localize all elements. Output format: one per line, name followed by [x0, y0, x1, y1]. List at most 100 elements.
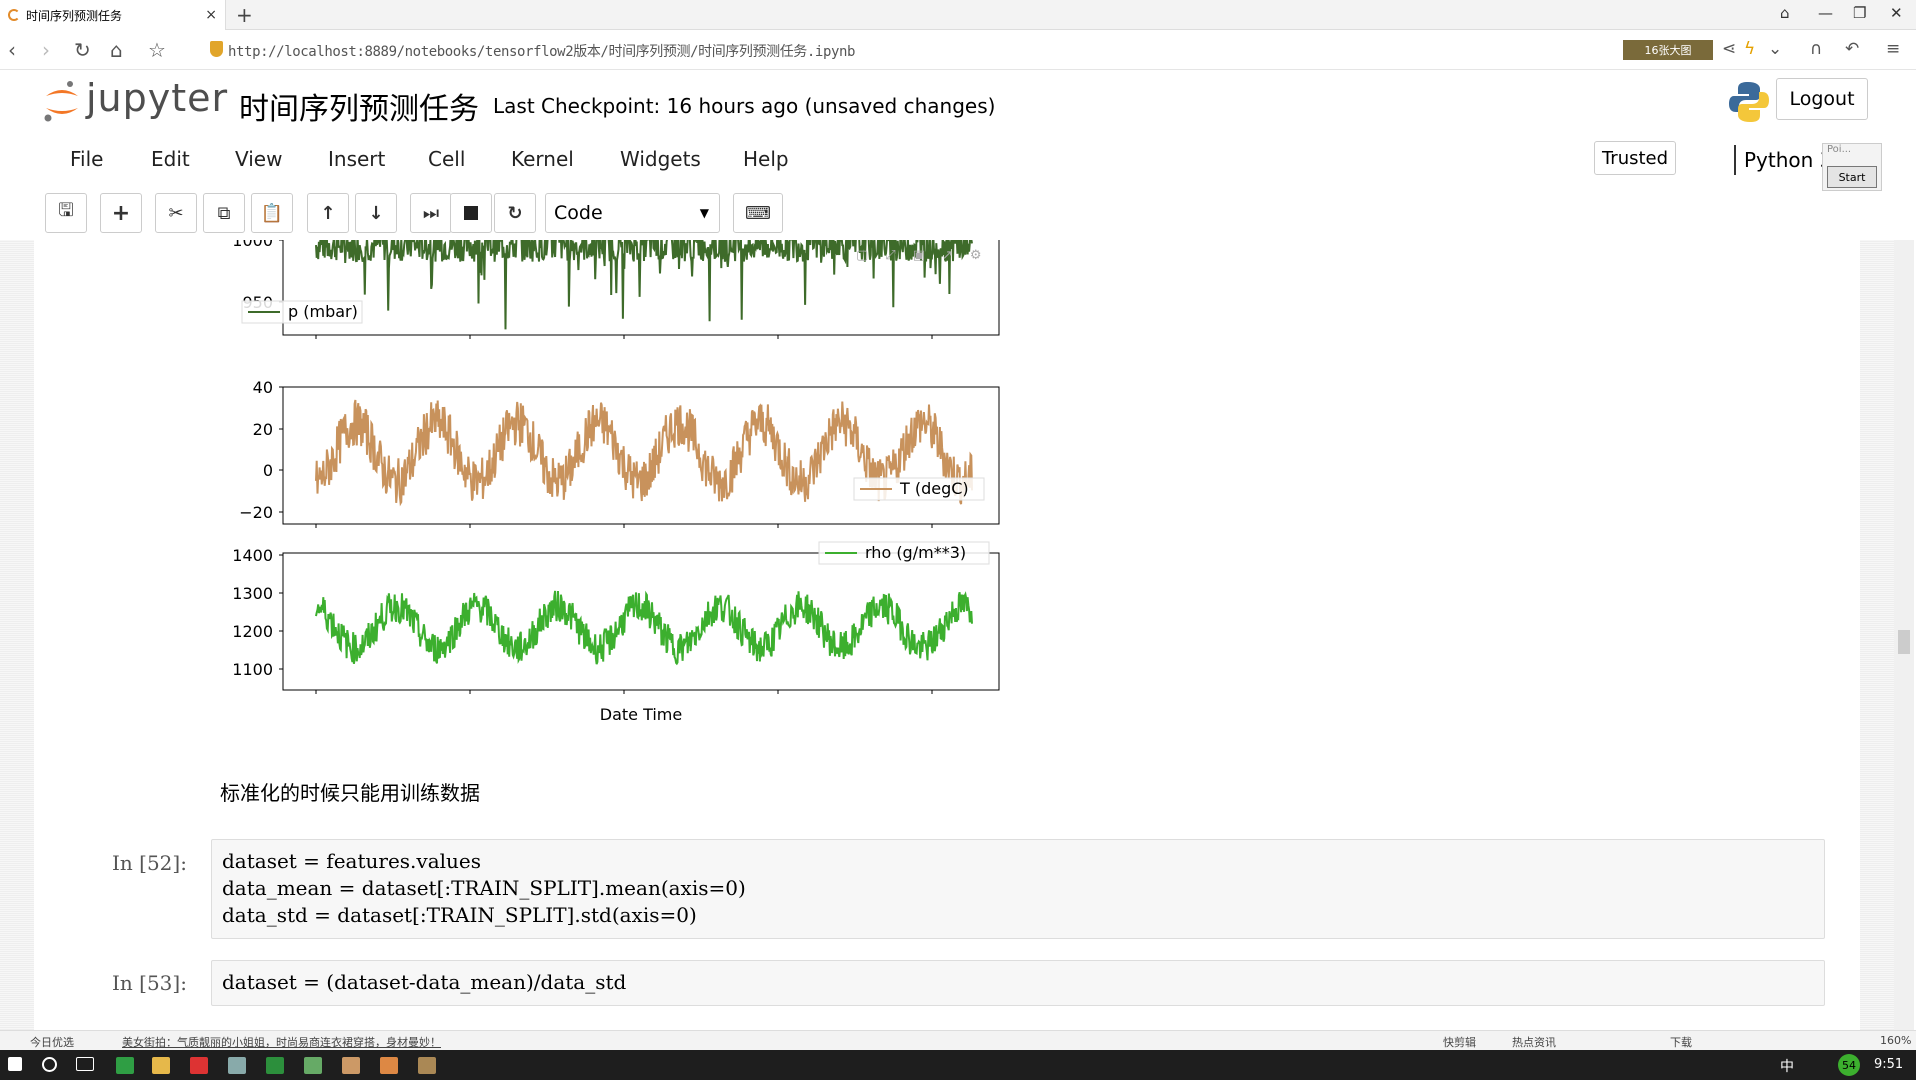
- move-up-button[interactable]: ↑: [307, 193, 349, 233]
- close-window-icon[interactable]: ✕: [1890, 4, 1903, 22]
- app-icon[interactable]: [266, 1057, 284, 1074]
- jupyter-logo-text[interactable]: jupyter: [86, 76, 228, 120]
- reload-icon[interactable]: ↻: [74, 38, 91, 62]
- bookmark-star-icon[interactable]: ☆: [148, 38, 166, 62]
- command-palette-button[interactable]: ⌨: [733, 193, 783, 233]
- y-tick-label: −20: [239, 503, 273, 522]
- paste-button[interactable]: 📋: [251, 193, 293, 233]
- restore-icon[interactable]: ❐: [1853, 4, 1866, 22]
- app-icon[interactable]: [418, 1057, 436, 1074]
- clock: 9:51: [1874, 1057, 1904, 1072]
- url-field[interactable]: http://localhost:8889/notebooks/tensorfl…: [228, 41, 855, 61]
- windows-start-icon[interactable]: [8, 1057, 22, 1071]
- insert-cell-button[interactable]: +: [100, 193, 142, 233]
- legend-label: p (mbar): [288, 302, 358, 321]
- scrollbar-thumb[interactable]: [1898, 630, 1910, 654]
- cut-button[interactable]: ✂: [155, 193, 197, 233]
- home-icon[interactable]: ⌂: [110, 38, 123, 62]
- status-item[interactable]: 热点资讯: [1512, 1034, 1556, 1050]
- cell-type-select[interactable]: Code ▼: [545, 193, 720, 233]
- app-icon[interactable]: [380, 1057, 398, 1074]
- menu-icon[interactable]: ≡: [1886, 39, 1900, 59]
- browser-app-icon[interactable]: [116, 1057, 134, 1074]
- undo-icon[interactable]: ↶: [1845, 39, 1859, 59]
- cell-type-value: Code: [554, 202, 603, 224]
- status-item[interactable]: 快剪辑: [1443, 1034, 1476, 1050]
- copy-icon: ⧉: [217, 202, 231, 224]
- minimize-icon[interactable]: —: [1818, 4, 1833, 22]
- output-figure: 1000950p (mbar)40200−20T (degC)140013001…: [232, 240, 1000, 724]
- forward-icon[interactable]: ›: [42, 38, 50, 62]
- status-news-link[interactable]: 美女街拍：气质靓丽的小姐姐，时尚易商连衣裙穿搭，身材曼妙！: [122, 1034, 441, 1050]
- jupyter-logo-icon[interactable]: [42, 78, 82, 126]
- interrupt-button[interactable]: [450, 193, 492, 233]
- security-shield-icon: [210, 41, 223, 57]
- export-icon[interactable]: ↗: [942, 248, 953, 270]
- app-icon[interactable]: [304, 1057, 322, 1074]
- lightning-icon[interactable]: ϟ: [1744, 39, 1755, 59]
- markdown-cell[interactable]: 标准化的时候只能用训练数据: [220, 777, 480, 806]
- kernel-name[interactable]: Python 3: [1734, 145, 1832, 175]
- y-tick-label: 1400: [232, 546, 273, 565]
- back-icon[interactable]: ‹: [8, 38, 16, 62]
- app-icon[interactable]: [190, 1057, 208, 1074]
- zoom-level[interactable]: 160%: [1880, 1034, 1911, 1047]
- popup-text: Poi...: [1827, 144, 1852, 155]
- page-scrollbar[interactable]: [1894, 240, 1914, 1030]
- run-button[interactable]: ⏭: [410, 193, 452, 233]
- settings-gear-icon[interactable]: ⚙: [970, 248, 982, 270]
- shirt-icon[interactable]: ⌂: [1780, 4, 1790, 22]
- copy-button[interactable]: ⧉: [203, 193, 245, 233]
- menu-help[interactable]: Help: [743, 147, 789, 171]
- share-icon[interactable]: ⋖: [1722, 39, 1736, 59]
- arrow-down-icon: ↓: [368, 202, 384, 224]
- headphones-icon[interactable]: ∩: [1810, 39, 1822, 59]
- paste-icon: 📋: [260, 202, 284, 224]
- code-cell[interactable]: dataset = (dataset-data_mean)/data_std: [211, 960, 1825, 1006]
- y-tick-label: 1100: [232, 660, 273, 679]
- logout-button[interactable]: Logout: [1776, 78, 1868, 120]
- search-icon[interactable]: [42, 1057, 57, 1072]
- windows-taskbar: [0, 1050, 1916, 1080]
- start-button[interactable]: Start: [1827, 166, 1877, 188]
- app-icon[interactable]: [342, 1057, 360, 1074]
- restart-button[interactable]: ↻: [494, 193, 536, 233]
- task-view-icon[interactable]: [76, 1057, 94, 1071]
- status-item[interactable]: 下载: [1670, 1034, 1692, 1050]
- menu-kernel[interactable]: Kernel: [511, 147, 574, 171]
- image-badge[interactable]: 16张大图: [1623, 40, 1713, 60]
- chevron-down-icon[interactable]: ⌄: [1768, 39, 1782, 59]
- menu-edit[interactable]: Edit: [151, 147, 190, 171]
- browser-tab[interactable]: 时间序列预测任务 ×: [0, 0, 226, 30]
- plot-toolbar: ▢ ⤢ ▣ ↗ ⚙: [852, 248, 1012, 270]
- y-tick-label: 20: [253, 420, 273, 439]
- menu-file[interactable]: File: [70, 147, 103, 171]
- file-explorer-icon[interactable]: [152, 1057, 170, 1074]
- legend-label: rho (g/m**3): [865, 543, 966, 562]
- dropdown-caret-icon: ▼: [699, 206, 709, 220]
- cell-prompt: In [53]:: [112, 971, 187, 995]
- move-down-button[interactable]: ↓: [355, 193, 397, 233]
- menu-view[interactable]: View: [235, 147, 282, 171]
- status-item[interactable]: 今日优选: [30, 1034, 74, 1050]
- app-icon[interactable]: [228, 1057, 246, 1074]
- ime-indicator[interactable]: 中: [1780, 1056, 1794, 1076]
- notebook-title[interactable]: 时间序列预测任务: [239, 84, 479, 128]
- new-tab-icon[interactable]: +: [236, 3, 253, 27]
- save-button[interactable]: 🖫: [45, 193, 87, 233]
- code-cell[interactable]: dataset = features.values data_mean = da…: [211, 839, 1825, 939]
- y-tick-label: 1000: [232, 240, 273, 250]
- pan-icon[interactable]: ▢: [856, 248, 868, 270]
- menu-widgets[interactable]: Widgets: [620, 147, 701, 171]
- menu-insert[interactable]: Insert: [328, 147, 385, 171]
- checkpoint-status: Last Checkpoint: 16 hours ago (unsaved c…: [493, 94, 996, 118]
- tab-close-icon[interactable]: ×: [205, 7, 217, 23]
- y-tick-label: 1300: [232, 584, 273, 603]
- save-figure-icon[interactable]: ▣: [913, 248, 925, 270]
- tab-title: 时间序列预测任务: [26, 8, 123, 23]
- expand-icon[interactable]: ⤢: [885, 248, 895, 270]
- menu-cell[interactable]: Cell: [428, 147, 465, 171]
- trusted-indicator[interactable]: Trusted: [1594, 141, 1676, 175]
- notification-badge[interactable]: 54: [1838, 1054, 1860, 1076]
- browser-status-bar: 今日优选 美女街拍：气质靓丽的小姐姐，时尚易商连衣裙穿搭，身材曼妙！ 快剪辑 热…: [0, 1030, 1916, 1050]
